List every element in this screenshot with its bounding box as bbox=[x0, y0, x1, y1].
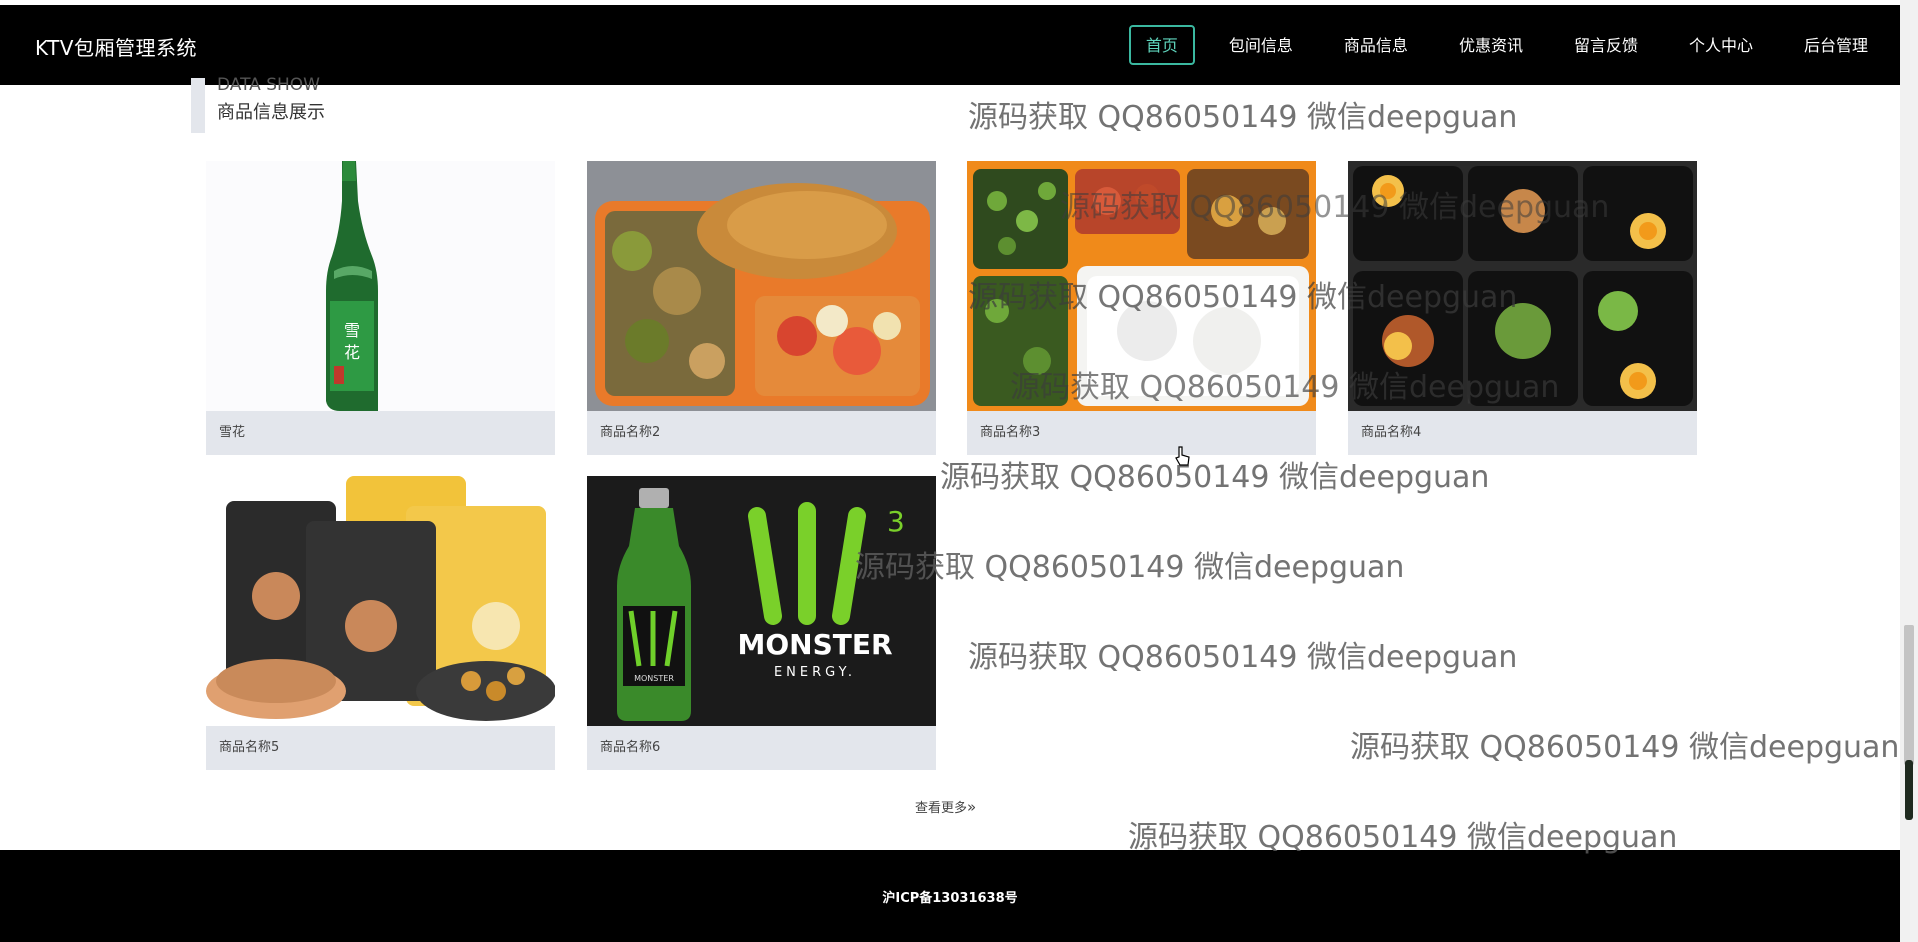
section-accent-bar bbox=[191, 78, 205, 133]
product-name: 商品名称4 bbox=[1348, 411, 1697, 455]
product-card[interactable]: 商品名称5 bbox=[206, 476, 555, 770]
scrollbar-thumb-dark[interactable] bbox=[1905, 760, 1913, 820]
svg-text:MONSTER: MONSTER bbox=[634, 674, 674, 683]
product-image-fried-chicken bbox=[587, 161, 936, 411]
watermark: 源码获取 QQ86050149 微信deepguan bbox=[940, 460, 1490, 495]
product-image-monster-energy: MONSTER 3 MONSTER ENERGY. bbox=[587, 476, 936, 726]
nav-feedback[interactable]: 留言反馈 bbox=[1557, 25, 1655, 65]
svg-text:雪: 雪 bbox=[344, 321, 360, 340]
svg-text:ENERGY.: ENERGY. bbox=[774, 665, 856, 680]
product-card[interactable]: 雪 花 雪花 bbox=[206, 161, 555, 455]
product-name: 商品名称3 bbox=[967, 411, 1316, 455]
page-scrollbar[interactable] bbox=[1900, 0, 1918, 942]
watermark: 源码获取 QQ86050149 微信deepguan bbox=[855, 550, 1405, 585]
nav-rooms[interactable]: 包间信息 bbox=[1212, 25, 1310, 65]
product-image-noodle-boxes bbox=[1348, 161, 1697, 411]
product-image-beer: 雪 花 bbox=[206, 161, 555, 411]
product-card[interactable]: 商品名称4 bbox=[1348, 161, 1697, 455]
section-title: 商品信息展示 bbox=[217, 102, 325, 123]
nav-home[interactable]: 首页 bbox=[1128, 25, 1195, 65]
svg-text:花: 花 bbox=[344, 343, 360, 362]
nav-promotions[interactable]: 优惠资讯 bbox=[1442, 25, 1540, 65]
footer: 沪ICP备13031638号 bbox=[0, 850, 1900, 942]
section-title-en: DATA SHOW bbox=[217, 75, 320, 92]
view-more-label: 查看更多 bbox=[915, 801, 968, 816]
product-card[interactable]: 商品名称2 bbox=[587, 161, 936, 455]
main-nav: 首页 包间信息 商品信息 优惠资讯 留言反馈 个人中心 后台管理 bbox=[1112, 25, 1885, 65]
product-image-rice-bento bbox=[967, 161, 1316, 411]
site-title[interactable]: KTV包厢管理系统 bbox=[35, 32, 197, 61]
product-image-snacks bbox=[206, 476, 555, 726]
product-card[interactable]: MONSTER 3 MONSTER ENERGY. 商品名称6 bbox=[587, 476, 936, 770]
mouse-cursor-icon bbox=[1174, 446, 1192, 472]
product-name: 雪花 bbox=[206, 411, 555, 455]
watermark: 源码获取 QQ86050149 微信deepguan bbox=[1350, 730, 1900, 765]
watermark: 源码获取 QQ86050149 微信deepguan bbox=[968, 640, 1518, 675]
nav-products[interactable]: 商品信息 bbox=[1327, 25, 1425, 65]
nav-profile[interactable]: 个人中心 bbox=[1672, 25, 1770, 65]
icp-record: 沪ICP备13031638号 bbox=[882, 891, 1018, 906]
product-name: 商品名称5 bbox=[206, 726, 555, 770]
scrollbar-thumb[interactable] bbox=[1904, 625, 1914, 765]
svg-text:MONSTER: MONSTER bbox=[737, 628, 892, 661]
product-name: 商品名称6 bbox=[587, 726, 936, 770]
watermark: 源码获取 QQ86050149 微信deepguan bbox=[968, 100, 1518, 135]
double-chevron-right-icon: » bbox=[967, 798, 977, 816]
product-card[interactable]: 商品名称3 bbox=[967, 161, 1316, 455]
svg-text:3: 3 bbox=[887, 505, 905, 538]
product-name: 商品名称2 bbox=[587, 411, 936, 455]
view-more-link[interactable]: 查看更多» bbox=[915, 797, 976, 816]
nav-admin[interactable]: 后台管理 bbox=[1787, 25, 1885, 65]
